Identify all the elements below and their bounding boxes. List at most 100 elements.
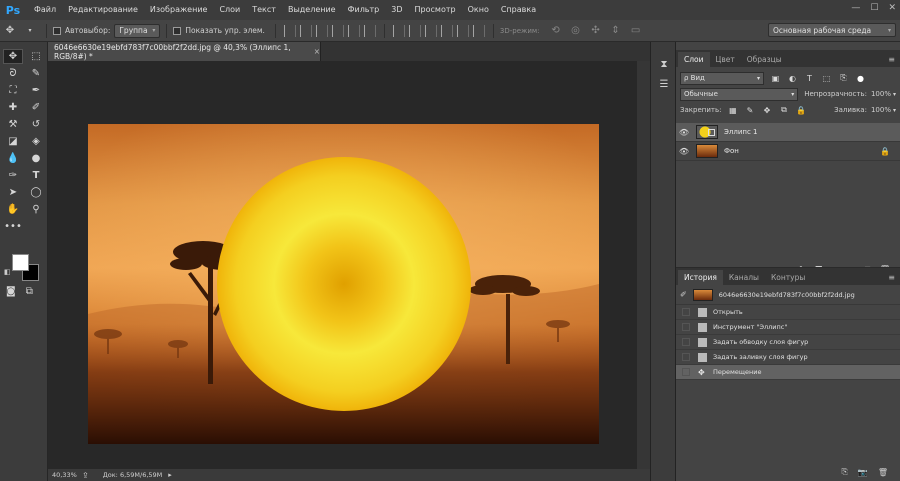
blend-mode-select[interactable]: Обычные ▾ [680,87,799,101]
lock-transparency-icon[interactable]: ▦ [727,105,738,116]
align-bottom-icon[interactable] [315,24,328,37]
share-icon[interactable]: ⇪ [82,471,89,480]
align-hcenter-icon[interactable] [347,24,360,37]
opacity-value[interactable]: 100% [871,90,891,98]
clone-stamp-tool-icon[interactable]: ⚒ [3,117,23,132]
menu-3d[interactable]: 3D [385,0,408,20]
chevron-down-icon[interactable]: ▾ [23,24,37,38]
lasso-tool-icon[interactable]: ᘐ [3,66,23,81]
layers-panel-menu-icon[interactable]: ≡ [888,52,895,67]
document-tab[interactable]: 6046e6630e19ebfd783f7c00bbf2f2dd.jpg @ 4… [48,42,321,61]
distribute-bottom-icon[interactable] [424,24,437,37]
visibility-eye-icon[interactable]: 👁 [676,128,692,137]
quick-select-tool-icon[interactable]: ✎ [26,66,46,81]
slide-3d-icon[interactable]: ⇕ [609,24,623,38]
menu-edit[interactable]: Редактирование [62,0,144,20]
close-window-button[interactable]: ✕ [888,3,896,13]
screen-mode-icon[interactable]: ⧉ [26,286,33,297]
align-top-icon[interactable] [283,24,296,37]
history-item[interactable]: Задать заливку слоя фигур [676,350,900,365]
zoom-level[interactable]: 40,33% [52,471,78,479]
distribute-top-icon[interactable] [392,24,405,37]
history-item[interactable]: ✥ Перемещение [676,365,900,380]
menu-text[interactable]: Текст [246,0,282,20]
tab-layers[interactable]: Слои [678,52,710,67]
history-item[interactable]: Задать обводку слоя фигур [676,335,900,350]
zoom-tool-icon[interactable]: ⚲ [26,202,46,217]
menu-image[interactable]: Изображение [144,0,214,20]
tab-swatches[interactable]: Образцы [741,52,788,67]
orbit-3d-icon[interactable]: ⟲ [549,24,563,38]
filter-type-icon[interactable]: T [804,73,815,84]
dodge-tool-icon[interactable]: ● [26,151,46,166]
actions-panel-icon[interactable]: ⧗ [654,56,674,72]
eraser-tool-icon[interactable]: ◪ [3,134,23,149]
history-item[interactable]: Инструмент "Эллипс" [676,320,900,335]
distribute-hcenter-icon[interactable] [456,24,469,37]
path-select-tool-icon[interactable]: ➤ [3,185,23,200]
layer-name[interactable]: Фон [724,147,739,155]
align-left-icon[interactable] [331,24,344,37]
vertical-scrollbar[interactable] [637,61,650,469]
opacity-dropdown-icon[interactable]: ▾ [893,91,896,98]
foreground-color-swatch[interactable] [12,254,29,271]
quick-mask-icon[interactable]: ◙ [6,286,16,297]
layer-row-background[interactable]: 👁 Фон 🔒 [676,142,900,161]
close-tab-icon[interactable]: × [314,47,320,56]
menu-help[interactable]: Справка [495,0,542,20]
tab-channels[interactable]: Каналы [723,270,765,285]
move-tool-icon[interactable]: ✥ [3,24,17,38]
healing-brush-tool-icon[interactable]: ✚ [3,100,23,115]
blur-tool-icon[interactable]: 💧 [3,151,23,166]
delete-state-icon[interactable]: 🗑 [878,468,888,477]
visibility-eye-icon[interactable]: 👁 [676,147,692,156]
tab-history[interactable]: История [678,270,723,285]
history-snapshot[interactable]: ✐ 6046e6630e19ebfd783f7c00bbf2f2dd.jpg [676,285,900,305]
filter-toggle-icon[interactable]: ● [855,73,866,84]
distribute-left-icon[interactable] [440,24,453,37]
move-tool-icon[interactable]: ✥ [3,49,23,64]
history-brush-source-icon[interactable]: ✐ [680,290,687,299]
canvas-pasteboard[interactable] [48,61,637,469]
tab-paths[interactable]: Контуры [765,270,811,285]
more-tools-icon[interactable]: ••• [3,219,23,234]
distribute-vcenter-icon[interactable] [408,24,421,37]
new-document-from-state-icon[interactable]: ⎘ [841,467,847,477]
layer-row-ellipse[interactable]: 👁 Эллипс 1 [676,123,900,142]
align-right-icon[interactable] [363,24,376,37]
layer-name[interactable]: Эллипс 1 [724,128,758,136]
ellipse-tool-icon[interactable]: ◯ [26,185,46,200]
history-panel-menu-icon[interactable]: ≡ [888,270,895,285]
history-brush-tool-icon[interactable]: ↺ [26,117,46,132]
type-tool-icon[interactable]: T [26,168,46,183]
maximize-button[interactable]: ☐ [870,3,878,13]
autoselect-group-select[interactable]: Группа ▾ [114,23,161,38]
distribute-right-icon[interactable] [472,24,485,37]
history-item[interactable]: Открыть [676,305,900,320]
menu-select[interactable]: Выделение [282,0,342,20]
align-vcenter-icon[interactable] [299,24,312,37]
ellipse-shape-layer[interactable] [217,157,471,411]
workspace-select[interactable]: Основная рабочая среда ▾ [768,23,896,37]
menu-view[interactable]: Просмотр [409,0,462,20]
drag-3d-icon[interactable]: ✣ [589,24,603,38]
layer-filter-select[interactable]: ρ Вид ▾ [680,71,764,85]
lock-artboard-icon[interactable]: ⧉ [778,105,789,116]
menu-window[interactable]: Окно [462,0,495,20]
document-image[interactable] [88,124,599,444]
default-colors-icon[interactable]: ◧ [4,268,11,276]
eyedropper-tool-icon[interactable]: ✒ [26,83,46,98]
scale-3d-icon[interactable]: ▭ [629,24,643,38]
crop-tool-icon[interactable]: ⛶ [3,83,23,98]
new-snapshot-icon[interactable]: 📷 [858,468,868,477]
fill-dropdown-icon[interactable]: ▾ [893,107,896,114]
hand-tool-icon[interactable]: ✋ [3,202,23,217]
marquee-tool-icon[interactable]: ⬚ [26,49,46,64]
filter-pixel-icon[interactable]: ▣ [770,73,781,84]
paint-bucket-tool-icon[interactable]: ◈ [26,134,46,149]
filter-smart-object-icon[interactable]: ⎘ [838,73,849,84]
status-menu-icon[interactable]: ▸ [168,471,172,479]
menu-file[interactable]: Файл [28,0,62,20]
filter-adjustment-icon[interactable]: ◐ [787,73,798,84]
pen-tool-icon[interactable]: ✑ [3,168,23,183]
